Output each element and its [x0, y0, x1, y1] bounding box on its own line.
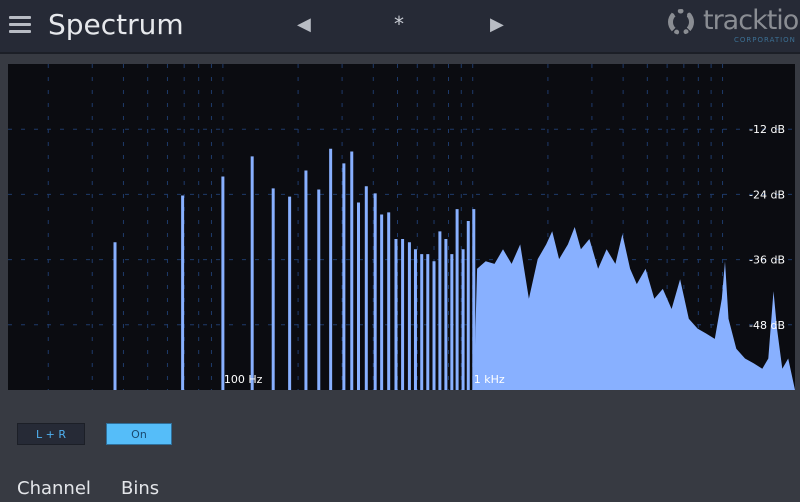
header-bar: Spectrum ◀ * ▶ tracktion CORPORATION [0, 0, 800, 54]
spectrum-chart: -12 dB -24 dB -36 dB -48 dB 100 Hz 1 kHz [8, 64, 795, 390]
channel-selector-button[interactable]: L + R [17, 423, 85, 445]
next-preset-icon[interactable]: ▶ [490, 14, 504, 35]
frequency-axis-label: 100 Hz [224, 373, 263, 386]
spectrum-display: -12 dB -24 dB -36 dB -48 dB 100 Hz 1 kHz [8, 64, 795, 390]
previous-preset-icon[interactable]: ◀ [297, 14, 311, 35]
page-title: Spectrum [48, 8, 184, 41]
spectrum-area [473, 227, 795, 390]
tracktion-logo: tracktion CORPORATION [668, 5, 800, 47]
db-axis-label: -24 dB [749, 188, 785, 201]
db-axis-label: -48 dB [749, 319, 785, 332]
frequency-axis-label: 1 kHz [474, 373, 505, 386]
preset-name[interactable]: * [394, 12, 404, 36]
bins-label: Bins [121, 478, 160, 499]
logo-ring-icon [668, 9, 694, 35]
channel-label: Channel [17, 478, 91, 499]
bins-toggle-button[interactable]: On [106, 423, 172, 445]
db-axis-label: -12 dB [749, 123, 785, 136]
db-axis-label: -36 dB [749, 254, 785, 267]
hamburger-menu-icon[interactable] [9, 16, 31, 34]
